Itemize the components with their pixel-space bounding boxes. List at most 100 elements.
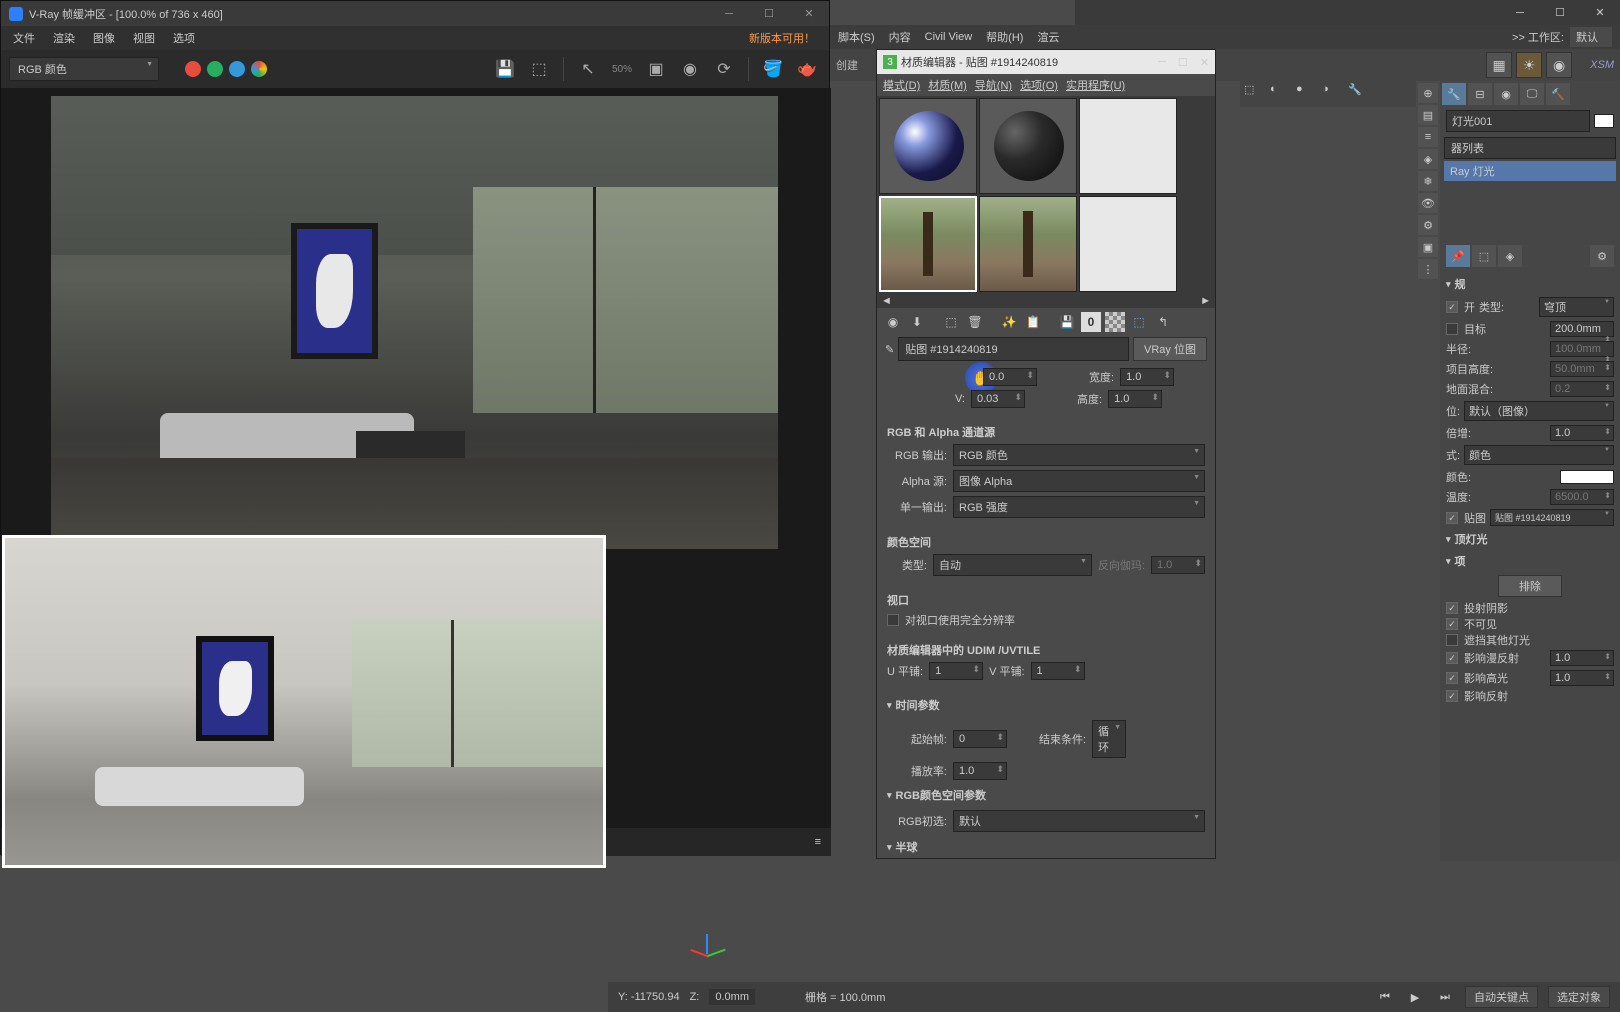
zoom-50-button[interactable]: 50%	[608, 55, 636, 83]
matedit-menu-material[interactable]: 材质(M)	[928, 77, 967, 93]
region-icon[interactable]: ▣	[642, 55, 670, 83]
matedit-minimize[interactable]: ─	[1158, 56, 1166, 69]
material-slot-2[interactable]	[979, 98, 1077, 194]
mult-spinner[interactable]: 1.0	[1550, 425, 1614, 441]
material-slot-6[interactable]	[1079, 196, 1177, 292]
material-slot-1[interactable]	[879, 98, 977, 194]
matedit-menu-nav[interactable]: 导航(N)	[975, 77, 1012, 93]
menu-content[interactable]: 内容	[889, 29, 911, 45]
new-version-link[interactable]: 新版本可用！	[745, 28, 819, 48]
display-tab[interactable]: 🖵	[1520, 83, 1544, 105]
angle-snap-icon[interactable]: ◐	[1270, 83, 1292, 105]
misc-icon[interactable]: ⚙	[1418, 215, 1438, 235]
max-minimize-button[interactable]: ─	[1500, 0, 1540, 25]
type-dropdown[interactable]: 穹顶	[1539, 297, 1614, 317]
material-slot-5[interactable]	[979, 196, 1077, 292]
autokey-button[interactable]: 自动关键点	[1465, 986, 1538, 1008]
teapot-icon[interactable]: 🫖	[793, 55, 821, 83]
object-name-field[interactable]: 灯光001	[1446, 110, 1590, 132]
cs-type-dropdown[interactable]: 自动	[933, 554, 1092, 576]
minimize-button[interactable]: ─	[709, 1, 749, 26]
spinner-snap-icon[interactable]: ◑	[1322, 83, 1344, 105]
settings-icon[interactable]: ≡	[815, 836, 821, 848]
matedit-menu-mode[interactable]: 模式(D)	[883, 77, 920, 93]
width-spinner[interactable]: 1.0	[1120, 368, 1174, 386]
filter-icon[interactable]: ▤	[1418, 105, 1438, 125]
matslot-scrollbar[interactable]: ◄►	[877, 294, 1215, 308]
layer-icon[interactable]: ≡	[1418, 127, 1438, 147]
blue-channel-button[interactable]	[229, 61, 245, 77]
u-offset-spinner[interactable]: 0.0	[983, 368, 1037, 386]
material-name-field[interactable]: 贴图 #1914240819	[898, 337, 1129, 361]
opt-section[interactable]: 项	[1446, 550, 1614, 572]
display-icon[interactable]: ◈	[1418, 149, 1438, 169]
stack-show-icon[interactable]: ⬚	[1472, 245, 1496, 267]
rgbcs-dropdown[interactable]: 默认	[953, 810, 1205, 832]
matid-icon[interactable]: 0	[1081, 312, 1101, 332]
assign-icon[interactable]: ⬚	[941, 312, 961, 332]
close-button[interactable]: ✕	[789, 1, 829, 26]
viewport-fullres-checkbox[interactable]: 对视口使用完全分辨率	[887, 612, 1205, 628]
bucket-icon[interactable]: 🪣	[759, 55, 787, 83]
delete-icon[interactable]: 🗑	[965, 312, 985, 332]
stack-pin-icon[interactable]: 📌	[1446, 245, 1470, 267]
target-checkbox[interactable]: 目标	[1446, 321, 1486, 337]
max-close-button[interactable]: ✕	[1580, 0, 1620, 25]
matedit-menu-util[interactable]: 实用程序(U)	[1066, 77, 1125, 93]
show-map-icon[interactable]	[1105, 312, 1125, 332]
target-icon[interactable]: ⊕	[1418, 83, 1438, 103]
matedit-close[interactable]: ✕	[1200, 56, 1209, 69]
menu-script[interactable]: 脚本(S)	[838, 29, 875, 45]
utilities-tab[interactable]: 🔨	[1546, 83, 1570, 105]
modify-tab[interactable]: 🔧	[1442, 83, 1466, 105]
vfb-menu-render[interactable]: 渲染	[49, 28, 79, 48]
more-icon[interactable]: ⋮	[1418, 259, 1438, 279]
render-icon[interactable]: ◉	[1546, 52, 1572, 78]
modifier-stack-entry[interactable]: Ray 灯光	[1444, 161, 1616, 181]
history-icon[interactable]: ⬚	[525, 55, 553, 83]
hide-icon[interactable]: 👁	[1418, 193, 1438, 213]
percent-snap-icon[interactable]: ●	[1296, 83, 1318, 105]
time-section-header[interactable]: 时间参数	[887, 694, 1205, 716]
vfb-menu-view[interactable]: 视图	[129, 28, 159, 48]
general-section[interactable]: 规	[1446, 273, 1614, 295]
pointer-icon[interactable]: ↖	[574, 55, 602, 83]
v-offset-spinner[interactable]: 0.03	[971, 390, 1025, 408]
modifier-list-dropdown[interactable]: 器列表	[1444, 137, 1616, 159]
tex-button[interactable]: 贴图 #1914240819	[1490, 509, 1614, 526]
exclude-button[interactable]: 排除	[1498, 575, 1562, 597]
selected-button[interactable]: 选定对象	[1548, 986, 1610, 1008]
single-dropdown[interactable]: RGB 强度	[953, 496, 1205, 518]
stack-config-icon[interactable]: ⚙	[1590, 245, 1614, 267]
select-icon[interactable]: ▣	[1418, 237, 1438, 257]
alpha-channel-button[interactable]	[251, 61, 267, 77]
end-dropdown[interactable]: 循环	[1092, 720, 1126, 758]
show-end-icon[interactable]: ⬚	[1129, 312, 1149, 332]
material-type-button[interactable]: VRay 位图	[1133, 337, 1207, 361]
material-slot-4[interactable]	[879, 196, 977, 292]
stack-unique-icon[interactable]: ◈	[1498, 245, 1522, 267]
save-icon[interactable]: 💾	[491, 55, 519, 83]
dome-section[interactable]: 顶灯光	[1446, 528, 1614, 550]
snap-icon[interactable]: ⬚	[1244, 83, 1266, 105]
track-icon[interactable]: ◉	[676, 55, 704, 83]
height-spinner[interactable]: 1.0	[1108, 390, 1162, 408]
mode-dropdown[interactable]: 颜色	[1464, 445, 1614, 465]
put-to-scene-icon[interactable]: ⬇	[907, 312, 927, 332]
render-setup-icon[interactable]: ▦	[1486, 52, 1512, 78]
target-spinner[interactable]: 200.0mm	[1550, 321, 1614, 337]
matedit-maximize[interactable]: ☐	[1178, 56, 1188, 69]
inv-gamma-spinner[interactable]: 1.0	[1151, 556, 1205, 574]
refresh-icon[interactable]: ⟳	[710, 55, 738, 83]
affect-diffuse-checkbox[interactable]: 影响漫反射	[1446, 650, 1519, 666]
green-channel-button[interactable]	[207, 61, 223, 77]
menu-civil[interactable]: Civil View	[925, 31, 972, 43]
rgbcs-section-header[interactable]: RGB颜色空间参数	[887, 784, 1205, 806]
start-spinner[interactable]: 0	[953, 730, 1007, 748]
create-tab-label[interactable]: 创建	[836, 57, 858, 73]
light-color-swatch[interactable]	[1560, 470, 1614, 484]
affect-refl-checkbox[interactable]: 影响反射	[1446, 688, 1614, 704]
menu-renderyun[interactable]: 渲云	[1037, 29, 1059, 45]
hierarchy-tab[interactable]: ⊟	[1468, 83, 1492, 105]
material-slot-3[interactable]	[1079, 98, 1177, 194]
